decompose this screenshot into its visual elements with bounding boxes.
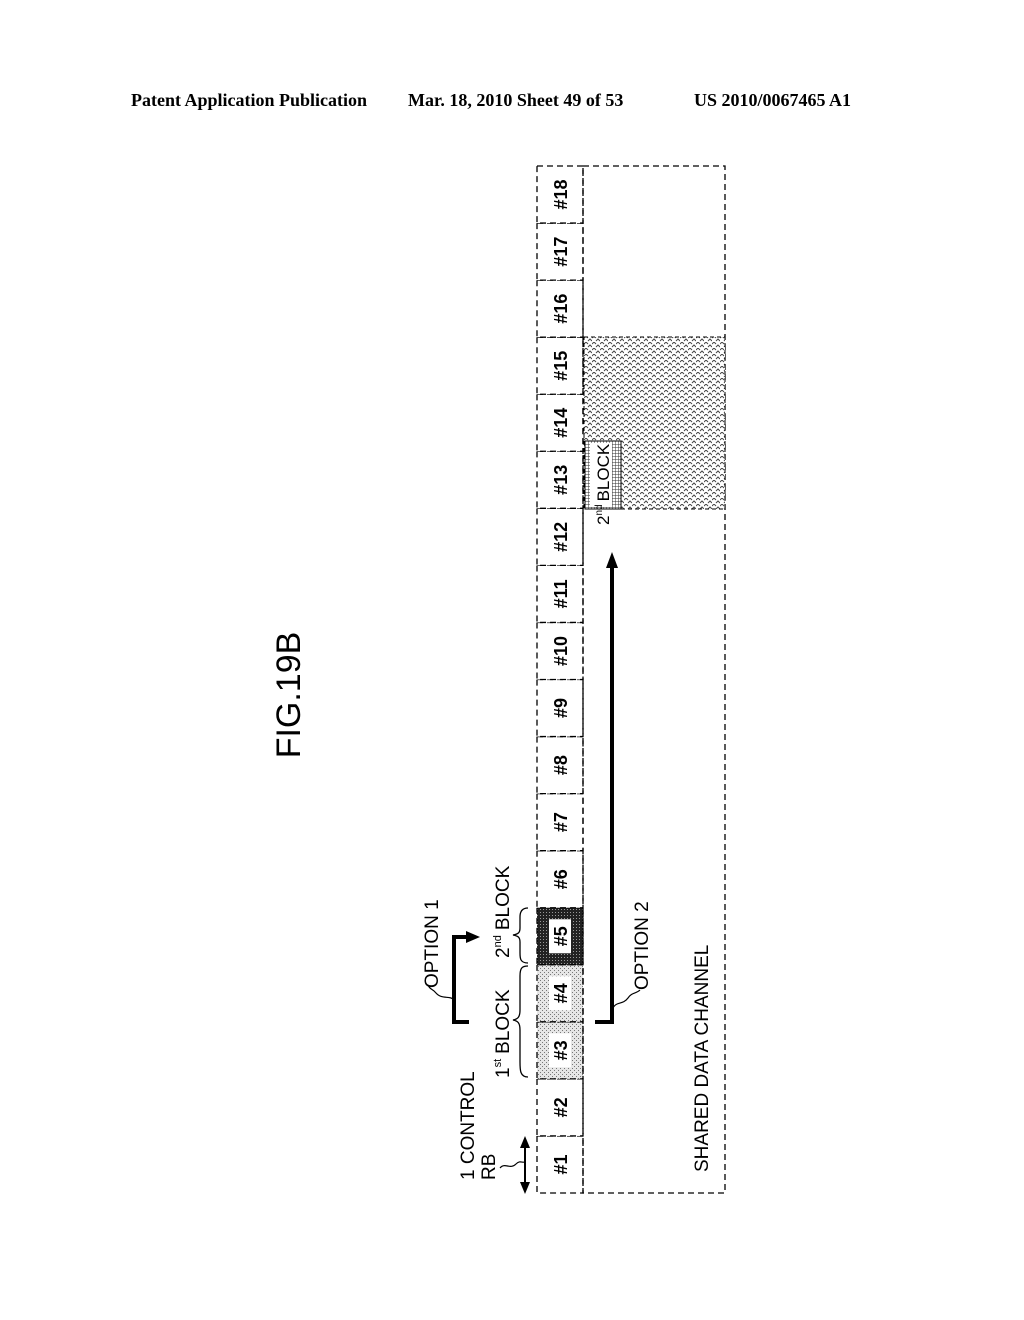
control-rb-label-line2: RB (479, 1154, 500, 1180)
option2-arrowhead (606, 552, 618, 568)
resource-block-label: #12 (551, 522, 571, 552)
control-rb-label-line1: 1 CONTROL (458, 1071, 479, 1180)
figure-title: FIG.19B (270, 632, 308, 759)
second-block-num: 2 (493, 947, 514, 958)
resource-block-label: #6 (551, 869, 571, 889)
resource-block-label: #14 (551, 408, 571, 438)
first-block-num: 1 (493, 1067, 514, 1078)
resource-block-label: #16 (551, 294, 571, 324)
resource-block-label: #5 (551, 926, 571, 946)
second-block-sup: nd (492, 935, 504, 947)
resource-block-label: #3 (551, 1040, 571, 1060)
option1-arrow-line (452, 935, 469, 1024)
resource-block-label: #13 (551, 465, 571, 495)
control-rb-arrow-top (520, 1136, 530, 1148)
second-block-label: 2nd BLOCK (492, 865, 514, 958)
resource-block-label: #4 (551, 983, 571, 1003)
first-block-brace (512, 965, 529, 1078)
option1-arrowhead (466, 931, 480, 943)
figure-diagram: FIG.19B #1#2#3#4#5#6#7#8#9#10#11#12#13#1… (270, 165, 726, 1194)
option2-label: OPTION 2 (632, 901, 653, 990)
resource-block-label: #11 (551, 579, 571, 608)
data-second-block-label: 2nd BLOCK (594, 443, 613, 525)
resource-block-label: #9 (551, 698, 571, 718)
resource-block-label: #7 (551, 812, 571, 832)
resource-block-label: #1 (551, 1154, 571, 1174)
control-rb-arrow-bottom (520, 1182, 530, 1194)
resource-block-label: #2 (551, 1097, 571, 1117)
control-rb-leader (499, 1161, 526, 1169)
first-block-word: BLOCK (493, 989, 514, 1054)
resource-block-label: #18 (551, 180, 571, 210)
second-block-word: BLOCK (493, 865, 514, 930)
resource-block-row: #1 #2 #3 #4 #5 #6 #7 #8 #9 #10 #11 #12 #13 #14 #15 #16 #… (536, 165, 584, 1194)
second-block-brace (512, 907, 529, 964)
data-second-block-sup: nd (594, 504, 605, 515)
first-block-sup: st (492, 1059, 504, 1068)
data-second-block-word: BLOCK (594, 443, 613, 501)
shared-data-channel-label: SHARED DATA CHANNEL (692, 945, 713, 1172)
option2-leader (611, 989, 641, 1011)
data-second-block-num: 2 (594, 516, 613, 525)
resource-block-label: #17 (551, 237, 571, 267)
first-block-label: 1st BLOCK (492, 989, 514, 1078)
option2-arrow-line (595, 565, 614, 1024)
option1-label: OPTION 1 (422, 899, 443, 988)
resource-block-label: #15 (551, 351, 571, 381)
resource-block-label: #10 (551, 636, 571, 666)
resource-block-label: #8 (551, 755, 571, 775)
